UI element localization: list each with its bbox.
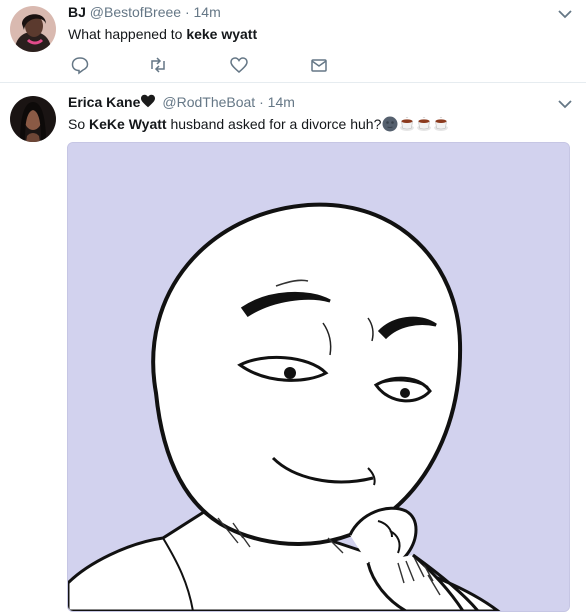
tweet-text-part: husband asked for a divorce huh?	[166, 116, 382, 132]
tea-cup-icon	[417, 116, 432, 131]
separator-dot: ·	[259, 94, 264, 110]
smug-meme-face-illustration	[68, 143, 569, 611]
chevron-down-icon[interactable]	[558, 99, 572, 109]
tea-cup-icon	[434, 116, 449, 131]
display-name[interactable]: Erica Kane	[68, 94, 140, 110]
tweet[interactable]: Erica Kane @RodTheBoat · 14m So KeKe Wya…	[0, 0, 586, 615]
timestamp[interactable]: 14m	[268, 94, 295, 110]
tweet-text-part: So	[68, 116, 90, 132]
black-heart-icon	[141, 94, 156, 108]
avatar[interactable]	[10, 96, 56, 142]
tweet-text-bold: KeKe Wyatt	[89, 116, 167, 132]
user-handle[interactable]: @RodTheBoat	[162, 94, 255, 110]
tea-cup-icon	[400, 116, 415, 131]
tweet-header: Erica Kane @RodTheBoat · 14m	[68, 94, 295, 110]
tweet-text: So KeKe Wyatt husband asked for a divorc…	[68, 116, 449, 132]
new-moon-face-icon	[382, 116, 398, 132]
tweet-media-image[interactable]	[67, 142, 570, 612]
